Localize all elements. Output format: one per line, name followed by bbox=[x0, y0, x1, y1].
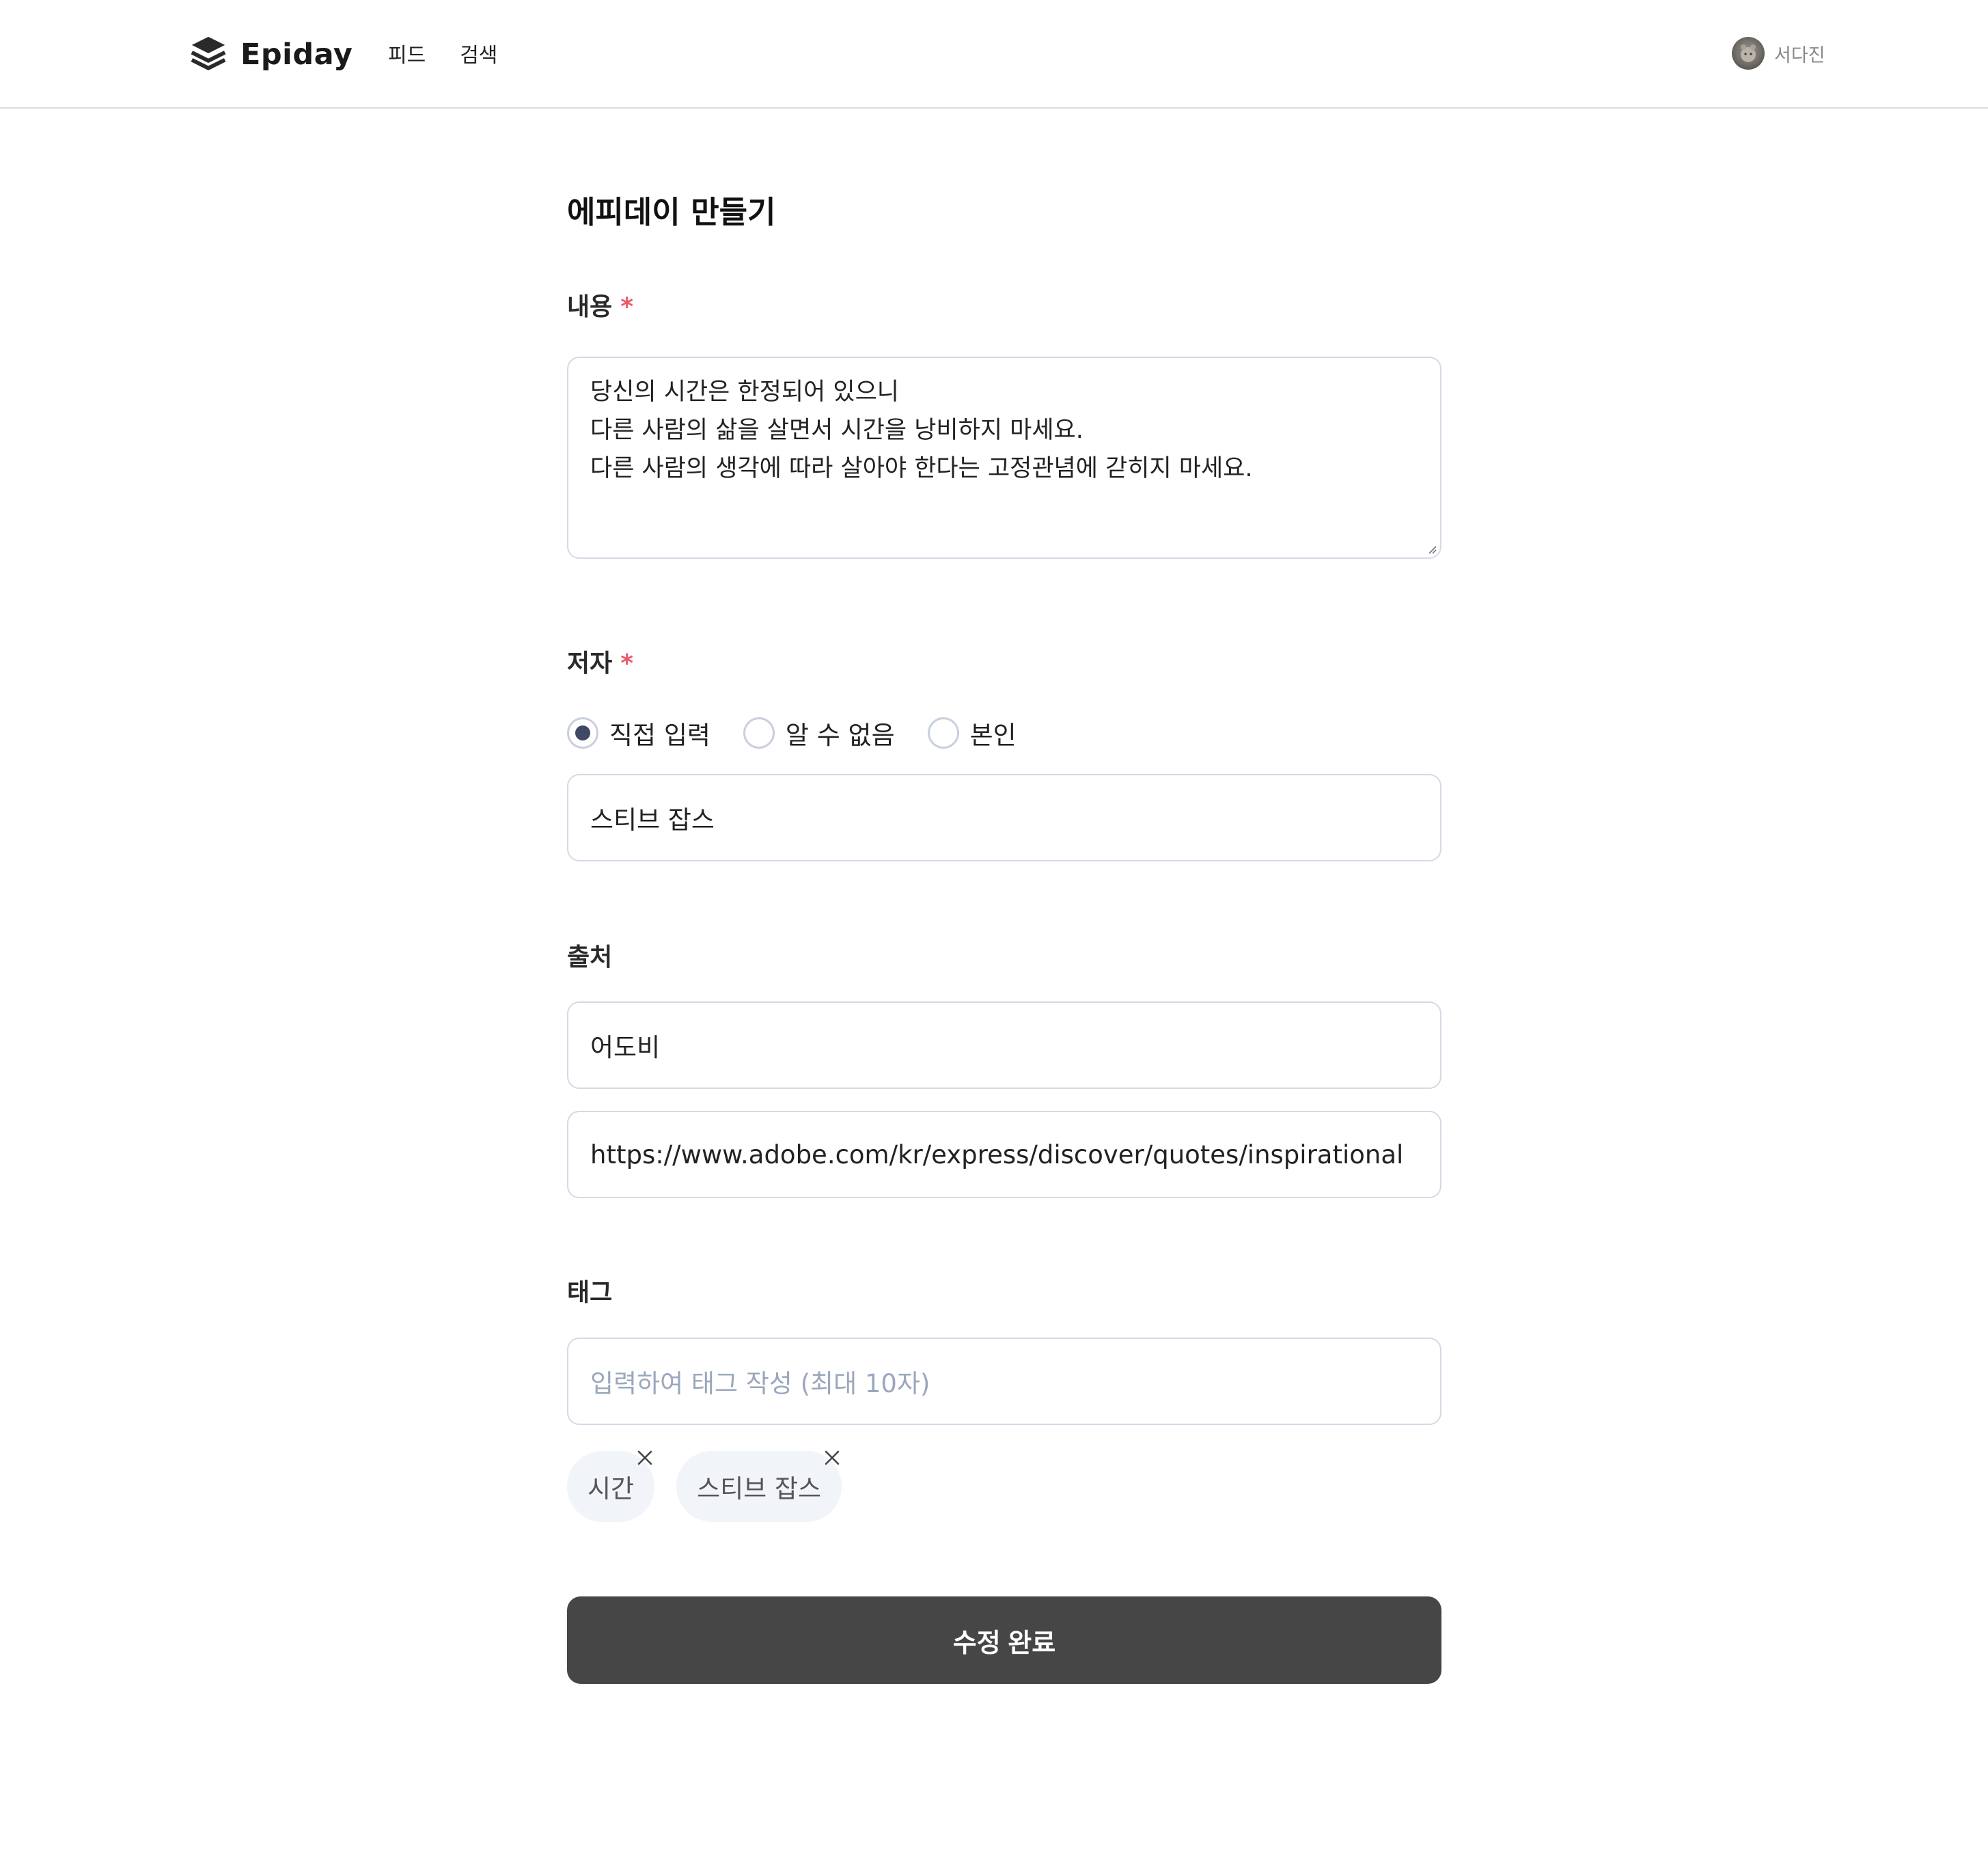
author-option-self[interactable]: 본인 bbox=[927, 715, 1017, 751]
radio-unchecked-icon[interactable] bbox=[927, 717, 959, 749]
radio-label: 알 수 없음 bbox=[785, 721, 895, 750]
user-avatar bbox=[1732, 37, 1765, 70]
user-menu[interactable]: 서다진 bbox=[1732, 37, 1825, 70]
author-label-text: 저자 bbox=[567, 650, 613, 678]
close-icon[interactable] bbox=[820, 1445, 844, 1470]
tag-label: 스티브 잡스 bbox=[697, 1474, 822, 1504]
content-label: 내용 * bbox=[567, 287, 633, 322]
layers-icon bbox=[189, 33, 228, 76]
radio-unchecked-icon[interactable] bbox=[743, 717, 775, 749]
tag-chip: 스티브 잡스 bbox=[676, 1450, 842, 1522]
nav-search-link[interactable]: 검색 bbox=[460, 38, 497, 68]
tag-label: 시간 bbox=[588, 1474, 635, 1504]
radio-label: 직접 입력 bbox=[609, 721, 710, 750]
resize-handle-icon[interactable] bbox=[1426, 544, 1437, 555]
content-line: 다른 사람의 삶을 살면서 시간을 낭비하지 마세요. bbox=[590, 417, 1083, 444]
nav-feed-link[interactable]: 피드 bbox=[388, 38, 426, 68]
author-input[interactable]: 스티브 잡스 bbox=[567, 774, 1441, 861]
tag-input[interactable]: 입력하여 태그 작성 (최대 10자) bbox=[567, 1338, 1441, 1425]
tag-list: 시간 스티브 잡스 bbox=[567, 1450, 864, 1522]
tag-chip: 시간 bbox=[567, 1450, 655, 1522]
required-mark: * bbox=[620, 293, 634, 321]
author-type-radio-group: 직접 입력 알 수 없음 본인 bbox=[567, 715, 1049, 751]
page-title: 에피데이 만들기 bbox=[567, 194, 776, 230]
content-label-text: 내용 bbox=[567, 293, 613, 321]
radio-label: 본인 bbox=[969, 721, 1017, 750]
main-nav: 피드 검색 bbox=[388, 38, 497, 68]
author-option-direct[interactable]: 직접 입력 bbox=[567, 715, 710, 751]
content-line: 당신의 시간은 한정되어 있으니 bbox=[590, 378, 899, 406]
source-url-input[interactable]: https://www.adobe.com/kr/express/discove… bbox=[567, 1111, 1441, 1198]
source-label: 출처 bbox=[567, 943, 613, 971]
content-line: 다른 사람의 생각에 따라 살아야 한다는 고정관념에 갇히지 마세요. bbox=[590, 455, 1253, 482]
author-label: 저자 * bbox=[567, 643, 633, 679]
author-option-unknown[interactable]: 알 수 없음 bbox=[743, 715, 895, 751]
required-mark: * bbox=[620, 650, 634, 678]
logo[interactable]: Epiday bbox=[189, 34, 353, 75]
user-name: 서다진 bbox=[1774, 44, 1825, 66]
content-textarea[interactable]: 당신의 시간은 한정되어 있으니 다른 사람의 삶을 살면서 시간을 낭비하지 … bbox=[567, 357, 1441, 559]
submit-button[interactable]: 수정 완료 bbox=[567, 1596, 1441, 1684]
tags-label: 태그 bbox=[567, 1279, 613, 1307]
top-navigation-bar: Epiday 피드 검색 서다진 bbox=[0, 0, 1988, 109]
radio-checked-icon[interactable] bbox=[567, 717, 598, 749]
logo-text: Epiday bbox=[240, 38, 353, 72]
close-icon[interactable] bbox=[633, 1445, 657, 1470]
source-title-input[interactable]: 어도비 bbox=[567, 1001, 1441, 1089]
